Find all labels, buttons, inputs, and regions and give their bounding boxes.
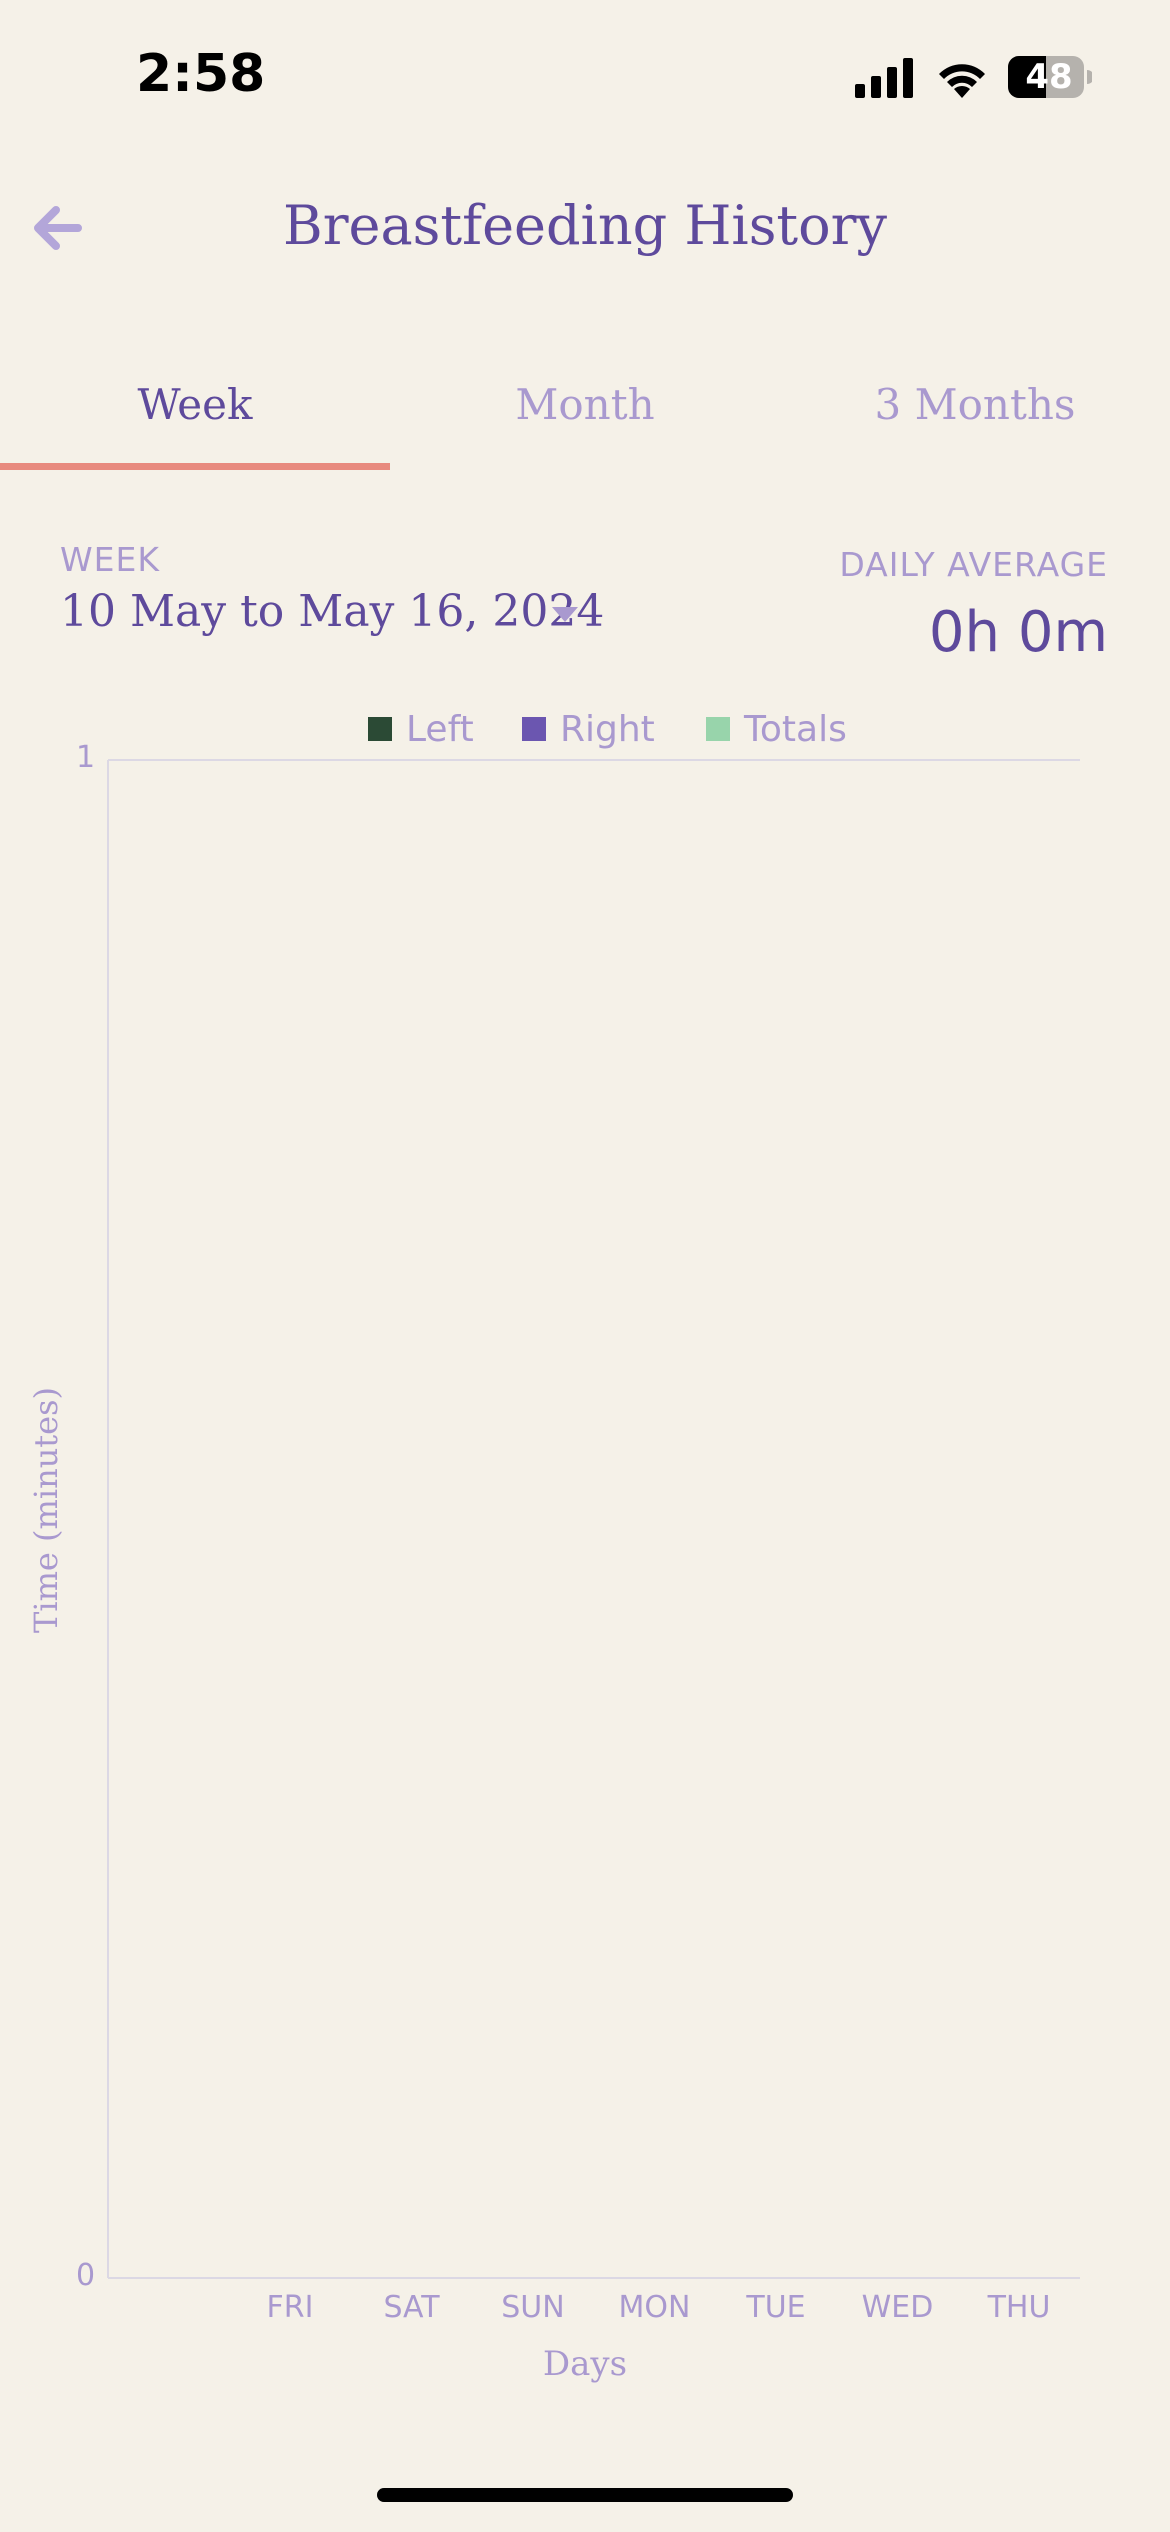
x-tick-label-sun: SUN <box>501 2290 565 2325</box>
x-tick-label-fri: FRI <box>266 2290 314 2325</box>
x-tick-label-mon: MON <box>618 2290 691 2325</box>
x-tick-label-tue: TUE <box>746 2290 806 2325</box>
y-tick-label-max: 1 <box>76 740 96 775</box>
x-tick-label-sat: SAT <box>383 2290 440 2325</box>
x-tick-label-wed: WED <box>861 2290 934 2325</box>
bar-chart <box>107 759 1080 2279</box>
x-tick-label-thu: THU <box>987 2290 1051 2325</box>
y-tick-label-min: 0 <box>76 2258 96 2293</box>
y-axis-label: Time (minutes) <box>27 1386 65 1634</box>
x-axis-label: Days <box>542 2344 628 2384</box>
home-indicator <box>377 2488 793 2502</box>
